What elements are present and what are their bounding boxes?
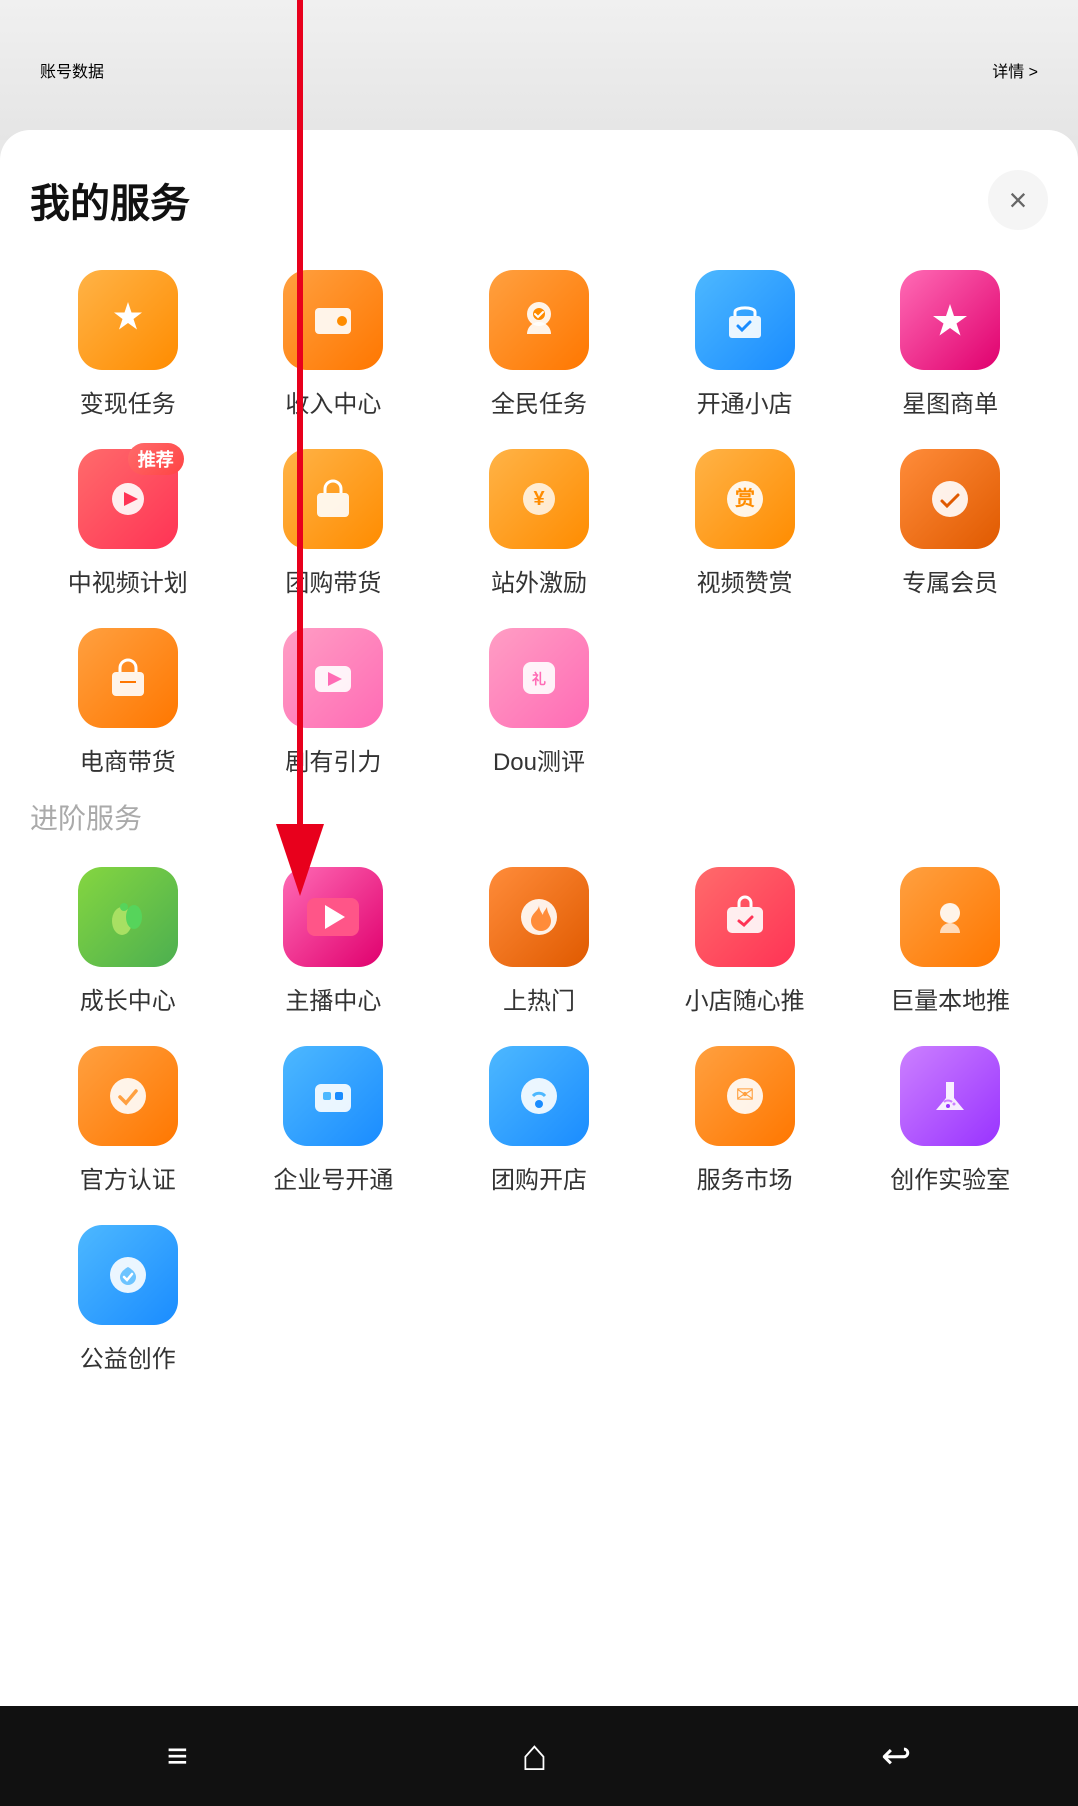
service-item-ju[interactable]: 剧有引力 (236, 628, 432, 777)
service-item-official[interactable]: 官方认证 (30, 1046, 226, 1195)
advanced-section-title: 进阶服务 (30, 797, 1048, 837)
service-icon-dianshang (78, 628, 178, 728)
service-label-xingtu: 星图商单 (902, 384, 998, 419)
service-label-storepush: 小店随心推 (685, 981, 805, 1016)
service-icon-bianxian (78, 270, 178, 370)
service-item-xingtu[interactable]: 星图商单 (852, 270, 1048, 419)
service-label-ju: 剧有引力 (285, 742, 381, 777)
service-item-growth[interactable]: 成长中心 (30, 867, 226, 1016)
svg-text:礼: 礼 (532, 671, 546, 687)
service-item-zhuanshu[interactable]: 专属会员 (852, 449, 1048, 598)
service-label-shouru: 收入中心 (285, 384, 381, 419)
my-services-modal: 我的服务 × 变现任务收入中心全民任务开通小店星图商单推荐中视频计划团购带货¥站… (0, 130, 1078, 1706)
service-icon-groupopen (489, 1046, 589, 1146)
service-item-hot[interactable]: 上热门 (441, 867, 637, 1016)
service-icon-storepush (695, 867, 795, 967)
close-button[interactable]: × (988, 170, 1048, 230)
service-item-zhanhwai[interactable]: ¥ 站外激励 (441, 449, 637, 598)
service-item-servicemarket[interactable]: ✉ 服务市场 (647, 1046, 843, 1195)
service-label-enterprise: 企业号开通 (273, 1160, 393, 1195)
service-label-zhongshipin: 中视频计划 (68, 563, 188, 598)
service-label-bianxian: 变现任务 (80, 384, 176, 419)
service-icon-quanmin (489, 270, 589, 370)
account-data-label: 账号数据 (40, 58, 104, 82)
svg-text:¥: ¥ (533, 488, 545, 510)
service-icon-local (900, 867, 1000, 967)
service-icon-zhuanshu (900, 449, 1000, 549)
service-icon-anchor (283, 867, 383, 967)
home-icon[interactable]: ⌂ (521, 1731, 548, 1781)
service-icon-xingtu (900, 270, 1000, 370)
menu-icon[interactable]: ≡ (167, 1735, 188, 1777)
bottom-navigation: ≡ ⌂ ↩ (0, 1706, 1078, 1806)
svg-text:✉: ✉ (735, 1082, 753, 1107)
service-label-shipin: 视频赞赏 (697, 563, 793, 598)
advanced-services-grid: 成长中心 主播中心 上热门 小店随心推 巨量本地推官方认证 企业号开通 团购开店 ✉ 服务市场 创… (30, 867, 1048, 1374)
service-item-enterprise[interactable]: 企业号开通 (236, 1046, 432, 1195)
service-item-tuangou[interactable]: 团购带货 (236, 449, 432, 598)
service-item-zhongshipin[interactable]: 推荐中视频计划 (30, 449, 226, 598)
service-item-lab[interactable]: 创作实验室 (852, 1046, 1048, 1195)
service-item-quanmin[interactable]: 全民任务 (441, 270, 637, 419)
service-item-charity[interactable]: 公益创作 (30, 1225, 226, 1374)
service-item-dianshang[interactable]: 电商带货 (30, 628, 226, 777)
service-icon-official (78, 1046, 178, 1146)
svg-text:赏: 赏 (735, 486, 755, 510)
service-label-groupopen: 团购开店 (491, 1160, 587, 1195)
service-icon-enterprise (283, 1046, 383, 1146)
service-label-charity: 公益创作 (80, 1339, 176, 1374)
service-icon-shouru (283, 270, 383, 370)
main-services-grid: 变现任务收入中心全民任务开通小店星图商单推荐中视频计划团购带货¥站外激励赏视频赞… (30, 270, 1048, 777)
service-icon-servicemarket: ✉ (695, 1046, 795, 1146)
service-label-kaitong: 开通小店 (697, 384, 793, 419)
service-icon-zhongshipin: 推荐 (78, 449, 178, 549)
service-icon-hot (489, 867, 589, 967)
service-label-dou: Dou测评 (493, 742, 585, 777)
service-item-kaitong[interactable]: 开通小店 (647, 270, 843, 419)
service-item-anchor[interactable]: 主播中心 (236, 867, 432, 1016)
service-label-growth: 成长中心 (80, 981, 176, 1016)
service-item-dou[interactable]: 礼 Dou测评 (441, 628, 637, 777)
background-header: 账号数据 详情 > (0, 0, 1078, 140)
service-icon-ju (283, 628, 383, 728)
service-label-zhuanshu: 专属会员 (902, 563, 998, 598)
service-label-zhanhwai: 站外激励 (491, 563, 587, 598)
service-label-anchor: 主播中心 (285, 981, 381, 1016)
service-item-storepush[interactable]: 小店随心推 (647, 867, 843, 1016)
service-item-local[interactable]: 巨量本地推 (852, 867, 1048, 1016)
service-icon-shipin: 赏 (695, 449, 795, 549)
service-label-official: 官方认证 (80, 1160, 176, 1195)
service-label-tuangou: 团购带货 (285, 563, 381, 598)
service-item-groupopen[interactable]: 团购开店 (441, 1046, 637, 1195)
service-label-lab: 创作实验室 (890, 1160, 1010, 1195)
service-label-dianshang: 电商带货 (80, 742, 176, 777)
detail-link[interactable]: 详情 > (992, 58, 1038, 82)
service-icon-dou: 礼 (489, 628, 589, 728)
service-icon-tuangou (283, 449, 383, 549)
service-label-hot: 上热门 (503, 981, 575, 1016)
service-icon-zhanhwai: ¥ (489, 449, 589, 549)
service-icon-kaitong (695, 270, 795, 370)
service-label-local: 巨量本地推 (890, 981, 1010, 1016)
service-item-shipin[interactable]: 赏视频赞赏 (647, 449, 843, 598)
badge-zhongshipin: 推荐 (128, 443, 184, 475)
modal-header: 我的服务 × (30, 170, 1048, 230)
service-icon-charity (78, 1225, 178, 1325)
service-icon-growth (78, 867, 178, 967)
back-icon[interactable]: ↩ (881, 1735, 911, 1777)
service-item-bianxian[interactable]: 变现任务 (30, 270, 226, 419)
service-label-servicemarket: 服务市场 (697, 1160, 793, 1195)
modal-title: 我的服务 (30, 171, 190, 229)
service-icon-lab (900, 1046, 1000, 1146)
service-item-shouru[interactable]: 收入中心 (236, 270, 432, 419)
service-label-quanmin: 全民任务 (491, 384, 587, 419)
